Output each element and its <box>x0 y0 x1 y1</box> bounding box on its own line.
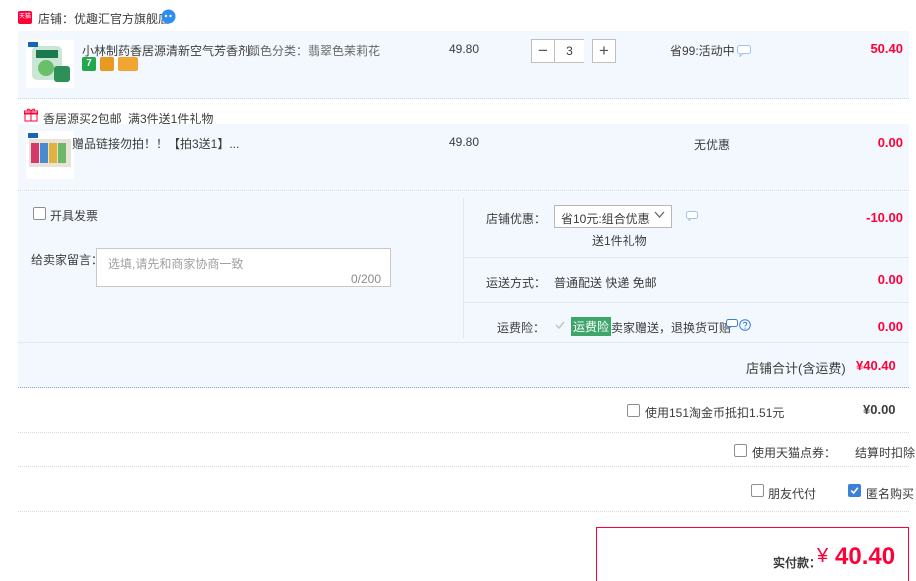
summary-divider <box>18 432 909 433</box>
checkmark-icon <box>555 321 565 330</box>
currency-symbol: ¥ <box>817 545 829 567</box>
summary-divider <box>18 511 909 512</box>
shop-name[interactable]: 店铺：优趣汇官方旗舰店 <box>38 10 170 27</box>
freight-insurance-label: 运费险： <box>497 321 546 335</box>
shop-discount-value: 省10元:组合优惠 <box>561 212 650 226</box>
shop-discount-note: 送1件礼物 <box>592 234 647 248</box>
gift-unit-price: 49.80 <box>449 135 480 149</box>
invoice-label: 开具发票 <box>50 209 99 223</box>
panel-divider <box>463 302 909 303</box>
guarantee-icon[interactable] <box>100 57 114 71</box>
item-subtotal: 50.40 <box>870 41 903 56</box>
freight-insurance-amount: 0.00 <box>877 319 903 334</box>
friend-pay-checkbox[interactable] <box>751 484 764 497</box>
gift-product-title-link[interactable]: 赠品链接勿拍！！【拍3送1】... <box>72 135 239 152</box>
chevron-down-icon <box>654 211 665 218</box>
gift-item-subtotal: 0.00 <box>877 135 903 150</box>
checkmark-icon <box>850 487 859 495</box>
speech-bubble-icon[interactable] <box>737 45 751 57</box>
quantity-increase-button[interactable]: + <box>592 39 616 63</box>
shop-total-label: 店铺合计(含运费) <box>746 361 846 376</box>
quantity-input[interactable]: 3 <box>555 39 584 63</box>
message-label: 给卖家留言： <box>31 253 104 267</box>
panel-divider <box>463 257 909 258</box>
shipping-label: 运送方式： <box>486 276 547 290</box>
promotion-status: 省99:活动中 <box>670 44 735 58</box>
gift-product-thumbnail[interactable] <box>26 131 74 179</box>
actual-payment-label: 实付款： <box>773 556 822 570</box>
panel-divider <box>463 198 464 338</box>
seven-day-return-icon[interactable]: 7 <box>82 57 96 71</box>
credit-card-icon[interactable] <box>118 57 138 71</box>
shop-discount-label: 店铺优惠： <box>486 212 547 226</box>
friend-pay-label: 朋友代付 <box>768 487 817 501</box>
taojinbi-label: 使用151淘金币抵扣1.51元 <box>645 406 785 420</box>
tmall-coupon-value: 结算时扣除 <box>855 446 916 460</box>
freight-insurance-badge: 运费险 <box>571 317 612 336</box>
taojinbi-checkbox[interactable] <box>627 404 640 417</box>
unit-price: 49.80 <box>449 42 480 56</box>
message-placeholder: 选填,请先和商家协商一致 <box>108 257 244 271</box>
wangwang-chat-icon[interactable] <box>161 9 176 24</box>
tmall-coupon-label: 使用天猫点券： <box>752 446 837 460</box>
help-icon[interactable] <box>739 319 751 331</box>
gift-promotion-status: 无优惠 <box>694 138 731 152</box>
shipping-amount: 0.00 <box>877 272 903 287</box>
shipping-method: 普通配送 快递 免邮 <box>554 276 657 290</box>
quantity-decrease-button[interactable]: − <box>531 39 555 63</box>
taojinbi-value: ¥0.00 <box>863 402 896 417</box>
summary-divider <box>18 466 909 467</box>
shop-discount-amount: -10.00 <box>866 210 903 225</box>
product-sku: 颜色分类：翡翠色茉莉花 <box>248 44 381 58</box>
actual-payment-value: 40.40 <box>835 543 896 570</box>
product-thumbnail[interactable] <box>26 40 74 88</box>
anonymous-label: 匿名购买 <box>866 487 915 501</box>
message-counter: 0/200 <box>351 272 382 286</box>
gift-icon <box>24 108 38 122</box>
panel-divider <box>18 342 909 343</box>
freight-insurance-desc: 卖家赠送，退换货可赔 <box>611 321 732 335</box>
speech-bubble-icon[interactable] <box>726 319 738 329</box>
tmall-coupon-checkbox[interactable] <box>734 444 747 457</box>
tmall-logo-icon: 天猫 <box>18 11 32 24</box>
anonymous-checkbox[interactable] <box>848 484 861 497</box>
invoice-checkbox[interactable] <box>33 207 46 220</box>
shop-total-value: ¥40.40 <box>856 358 896 373</box>
speech-bubble-icon[interactable] <box>686 211 698 221</box>
